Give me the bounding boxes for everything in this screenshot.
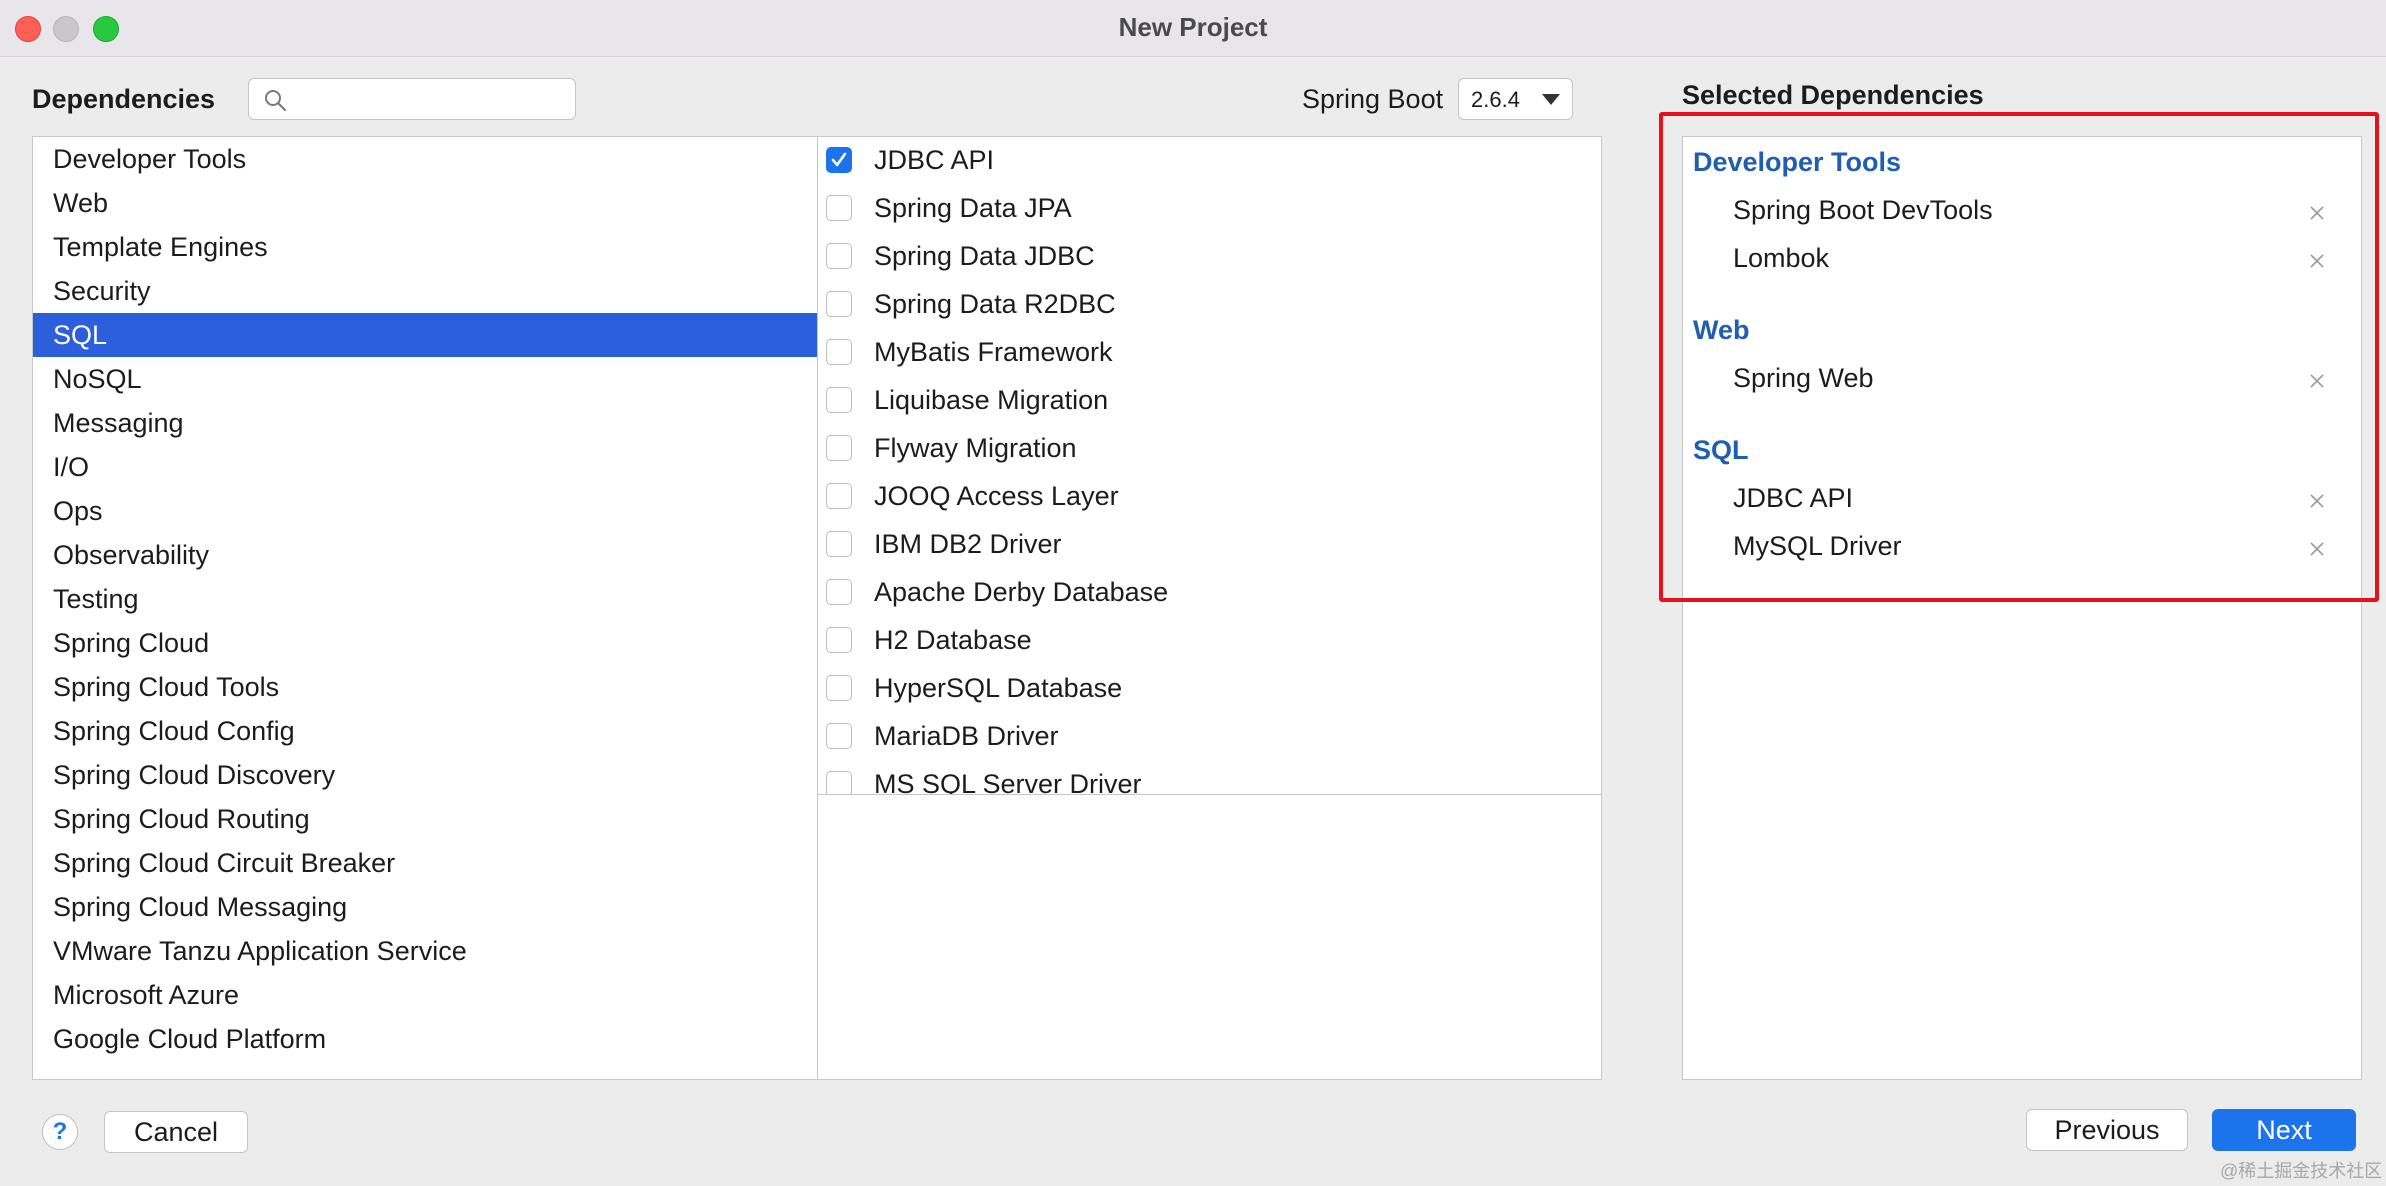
selected-dependency-item: Lombok	[1733, 243, 1830, 273]
search-box[interactable]	[248, 78, 576, 120]
dependency-row[interactable]: Spring Data JDBC	[818, 233, 1601, 281]
dependency-row[interactable]: Flyway Migration	[818, 425, 1601, 473]
dependency-row[interactable]: MyBatis Framework	[818, 329, 1601, 377]
dependency-checkbox[interactable]	[826, 723, 852, 749]
dependency-row[interactable]: H2 Database	[818, 617, 1601, 665]
category-item[interactable]: Spring Cloud	[33, 621, 817, 665]
dependency-checkbox[interactable]	[826, 771, 852, 794]
remove-icon[interactable]	[2307, 371, 2327, 391]
dependency-name: IBM DB2 Driver	[874, 529, 1062, 559]
dependency-checkbox[interactable]	[826, 147, 852, 173]
spring-boot-version-value: 2.6.4	[1471, 87, 1520, 112]
category-item[interactable]: Spring Cloud Routing	[33, 797, 817, 841]
dependency-checkbox[interactable]	[826, 291, 852, 317]
dependency-row[interactable]: MariaDB Driver	[818, 713, 1601, 761]
dependency-checkbox[interactable]	[826, 339, 852, 365]
dependency-name: HyperSQL Database	[874, 673, 1123, 703]
category-item[interactable]: Google Cloud Platform	[33, 1017, 817, 1061]
dependency-name: JOOQ Access Layer	[874, 481, 1119, 511]
remove-icon[interactable]	[2307, 539, 2327, 559]
dependency-row[interactable]: Spring Data JPA	[818, 185, 1601, 233]
dependency-row[interactable]: HyperSQL Database	[818, 665, 1601, 713]
dependency-name: Liquibase Migration	[874, 385, 1109, 415]
dependency-checkbox[interactable]	[826, 531, 852, 557]
dependency-name: JDBC API	[874, 145, 995, 175]
category-item[interactable]: Ops	[33, 489, 817, 533]
category-item[interactable]: Template Engines	[33, 225, 817, 269]
category-item[interactable]: NoSQL	[33, 357, 817, 401]
category-item[interactable]: Spring Cloud Tools	[33, 665, 817, 709]
dependency-checkbox[interactable]	[826, 483, 852, 509]
search-input[interactable]	[295, 83, 569, 117]
dependency-panel: JDBC API Spring Data JPA Spring Data JDBC S…	[817, 136, 1602, 1080]
dependency-name: MS SQL Server Driver	[874, 769, 1142, 795]
dependency-row[interactable]: MS SQL Server Driver	[818, 761, 1601, 795]
help-button[interactable]: ?	[42, 1114, 78, 1150]
dependency-name: Spring Data JDBC	[874, 241, 1095, 271]
dependency-checkbox[interactable]	[826, 627, 852, 653]
dependency-checkbox[interactable]	[826, 435, 852, 461]
category-item[interactable]: I/O	[33, 445, 817, 489]
dependency-name: Apache Derby Database	[874, 577, 1169, 607]
spring-boot-version-select[interactable]: 2.6.4	[1458, 78, 1573, 120]
previous-button[interactable]: Previous	[2026, 1109, 2188, 1151]
selected-dependency-item: Spring Web	[1733, 363, 1874, 393]
category-item[interactable]: Developer Tools	[33, 137, 817, 181]
dependency-checkbox[interactable]	[826, 579, 852, 605]
category-item[interactable]: VMware Tanzu Application Service	[33, 929, 817, 973]
watermark: @稀土掘金技术社区	[2220, 1161, 2383, 1181]
dependency-checkbox[interactable]	[826, 243, 852, 269]
chevron-down-icon	[1542, 94, 1560, 105]
title-bar: New Project	[0, 0, 2386, 57]
category-item[interactable]: SQL	[33, 313, 817, 357]
category-item[interactable]: Security	[33, 269, 817, 313]
checkmark-icon	[831, 152, 847, 167]
dependency-row[interactable]: Apache Derby Database	[818, 569, 1601, 617]
category-item[interactable]: Testing	[33, 577, 817, 621]
selected-dependency-item: Spring Boot DevTools	[1733, 195, 1993, 225]
selected-dependencies-panel: Developer Tools Spring Boot DevTools Lombo…	[1682, 136, 2362, 1080]
dependency-row[interactable]: JDBC API	[818, 137, 1601, 185]
selected-group-title: SQL	[1693, 435, 1749, 465]
spring-boot-label: Spring Boot	[1302, 84, 1444, 114]
dependency-row[interactable]: JOOQ Access Layer	[818, 473, 1601, 521]
category-item[interactable]: Web	[33, 181, 817, 225]
window-title: New Project	[1118, 12, 1268, 42]
remove-icon[interactable]	[2307, 251, 2327, 271]
selected-dependency-item: MySQL Driver	[1733, 531, 1902, 561]
category-item[interactable]: Spring Cloud Discovery	[33, 753, 817, 797]
selected-dependencies-title: Selected Dependencies	[1682, 80, 1984, 110]
dependency-row[interactable]: Spring Data R2DBC	[818, 281, 1601, 329]
dependencies-label: Dependencies	[32, 84, 216, 114]
dependency-row[interactable]: IBM DB2 Driver	[818, 521, 1601, 569]
selected-dependency-item: JDBC API	[1733, 483, 1854, 513]
category-item[interactable]: Spring Cloud Config	[33, 709, 817, 753]
category-item[interactable]: Messaging	[33, 401, 817, 445]
dependency-name: Flyway Migration	[874, 433, 1077, 463]
dependency-checkbox[interactable]	[826, 675, 852, 701]
dependency-name: MyBatis Framework	[874, 337, 1113, 367]
selected-group-title: Web	[1693, 315, 1750, 345]
dependency-name: Spring Data R2DBC	[874, 289, 1116, 319]
category-item[interactable]: Spring Cloud Circuit Breaker	[33, 841, 817, 885]
dependency-name: H2 Database	[874, 625, 1032, 655]
selected-group-title: Developer Tools	[1693, 147, 1902, 177]
category-list: Developer Tools Web Template Engines Securi…	[32, 136, 818, 1080]
category-item[interactable]: Observability	[33, 533, 817, 577]
remove-icon[interactable]	[2307, 491, 2327, 511]
dependency-name: MariaDB Driver	[874, 721, 1059, 751]
dependency-list: JDBC API Spring Data JPA Spring Data JDBC S…	[818, 137, 1601, 795]
next-button[interactable]: Next	[2212, 1109, 2356, 1151]
dependency-checkbox[interactable]	[826, 387, 852, 413]
dependency-row[interactable]: Liquibase Migration	[818, 377, 1601, 425]
category-item[interactable]: Microsoft Azure	[33, 973, 817, 1017]
dependency-name: Spring Data JPA	[874, 193, 1072, 223]
remove-icon[interactable]	[2307, 203, 2327, 223]
cancel-button[interactable]: Cancel	[104, 1111, 248, 1153]
dependency-checkbox[interactable]	[826, 195, 852, 221]
search-icon	[265, 90, 287, 112]
category-item[interactable]: Spring Cloud Messaging	[33, 885, 817, 929]
